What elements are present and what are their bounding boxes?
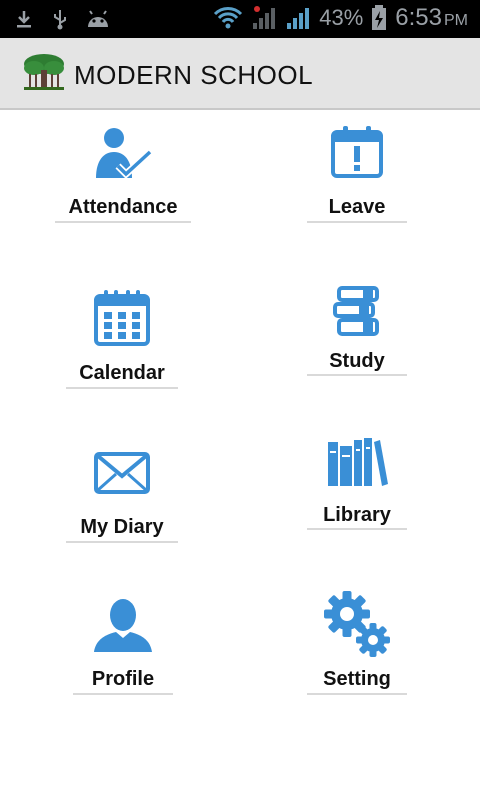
attendance-icon — [96, 128, 153, 179]
library-label: Library — [323, 504, 391, 526]
tree-logo-icon — [24, 54, 64, 90]
leave-calendar-icon — [331, 126, 383, 178]
library-tile[interactable]: Library — [307, 434, 407, 530]
study-tile[interactable]: Study — [307, 286, 407, 376]
clock: 6:53 PM — [395, 4, 468, 32]
setting-tile[interactable]: Setting — [307, 590, 407, 696]
attendance-label: Attendance — [68, 196, 178, 218]
android-icon — [88, 10, 108, 27]
setting-label: Setting — [323, 668, 391, 690]
download-icon — [17, 11, 31, 28]
battery-charging-icon — [372, 5, 387, 30]
my-diary-tile[interactable]: My Diary — [66, 440, 178, 544]
app-bar: MODERN SCHOOL — [0, 38, 480, 110]
calendar-underline — [66, 387, 178, 389]
envelope-icon — [94, 452, 150, 494]
my-diary-label: My Diary — [80, 516, 164, 538]
profile-underline — [73, 693, 173, 695]
my-diary-underline — [66, 541, 178, 543]
signal-sim1-icon — [253, 6, 276, 29]
leave-label: Leave — [328, 196, 386, 218]
attendance-underline — [55, 221, 191, 223]
study-underline — [307, 374, 407, 376]
gears-icon — [324, 591, 390, 657]
clock-time: 6:53 — [395, 4, 442, 31]
battery-percent: 43% — [319, 5, 364, 30]
profile-person-icon — [94, 599, 152, 652]
usb-icon — [54, 10, 66, 30]
leave-underline — [307, 221, 407, 223]
profile-label: Profile — [91, 668, 155, 690]
status-bar: 43% 6:53 PM — [0, 0, 480, 38]
wifi-icon — [214, 7, 243, 29]
study-books-icon — [333, 286, 379, 336]
leave-tile[interactable]: Leave — [307, 120, 407, 224]
signal-sim2-icon — [287, 8, 310, 29]
attendance-tile[interactable]: Attendance — [55, 120, 191, 224]
library-books-icon — [328, 438, 388, 486]
calendar-icon — [94, 290, 150, 346]
app-title: MODERN SCHOOL — [74, 60, 314, 90]
clock-ampm: PM — [444, 12, 468, 29]
calendar-label: Calendar — [79, 362, 165, 384]
library-underline — [307, 528, 407, 530]
calendar-tile[interactable]: Calendar — [66, 286, 178, 390]
setting-underline — [307, 693, 407, 695]
study-label: Study — [329, 350, 385, 372]
profile-tile[interactable]: Profile — [73, 596, 173, 696]
